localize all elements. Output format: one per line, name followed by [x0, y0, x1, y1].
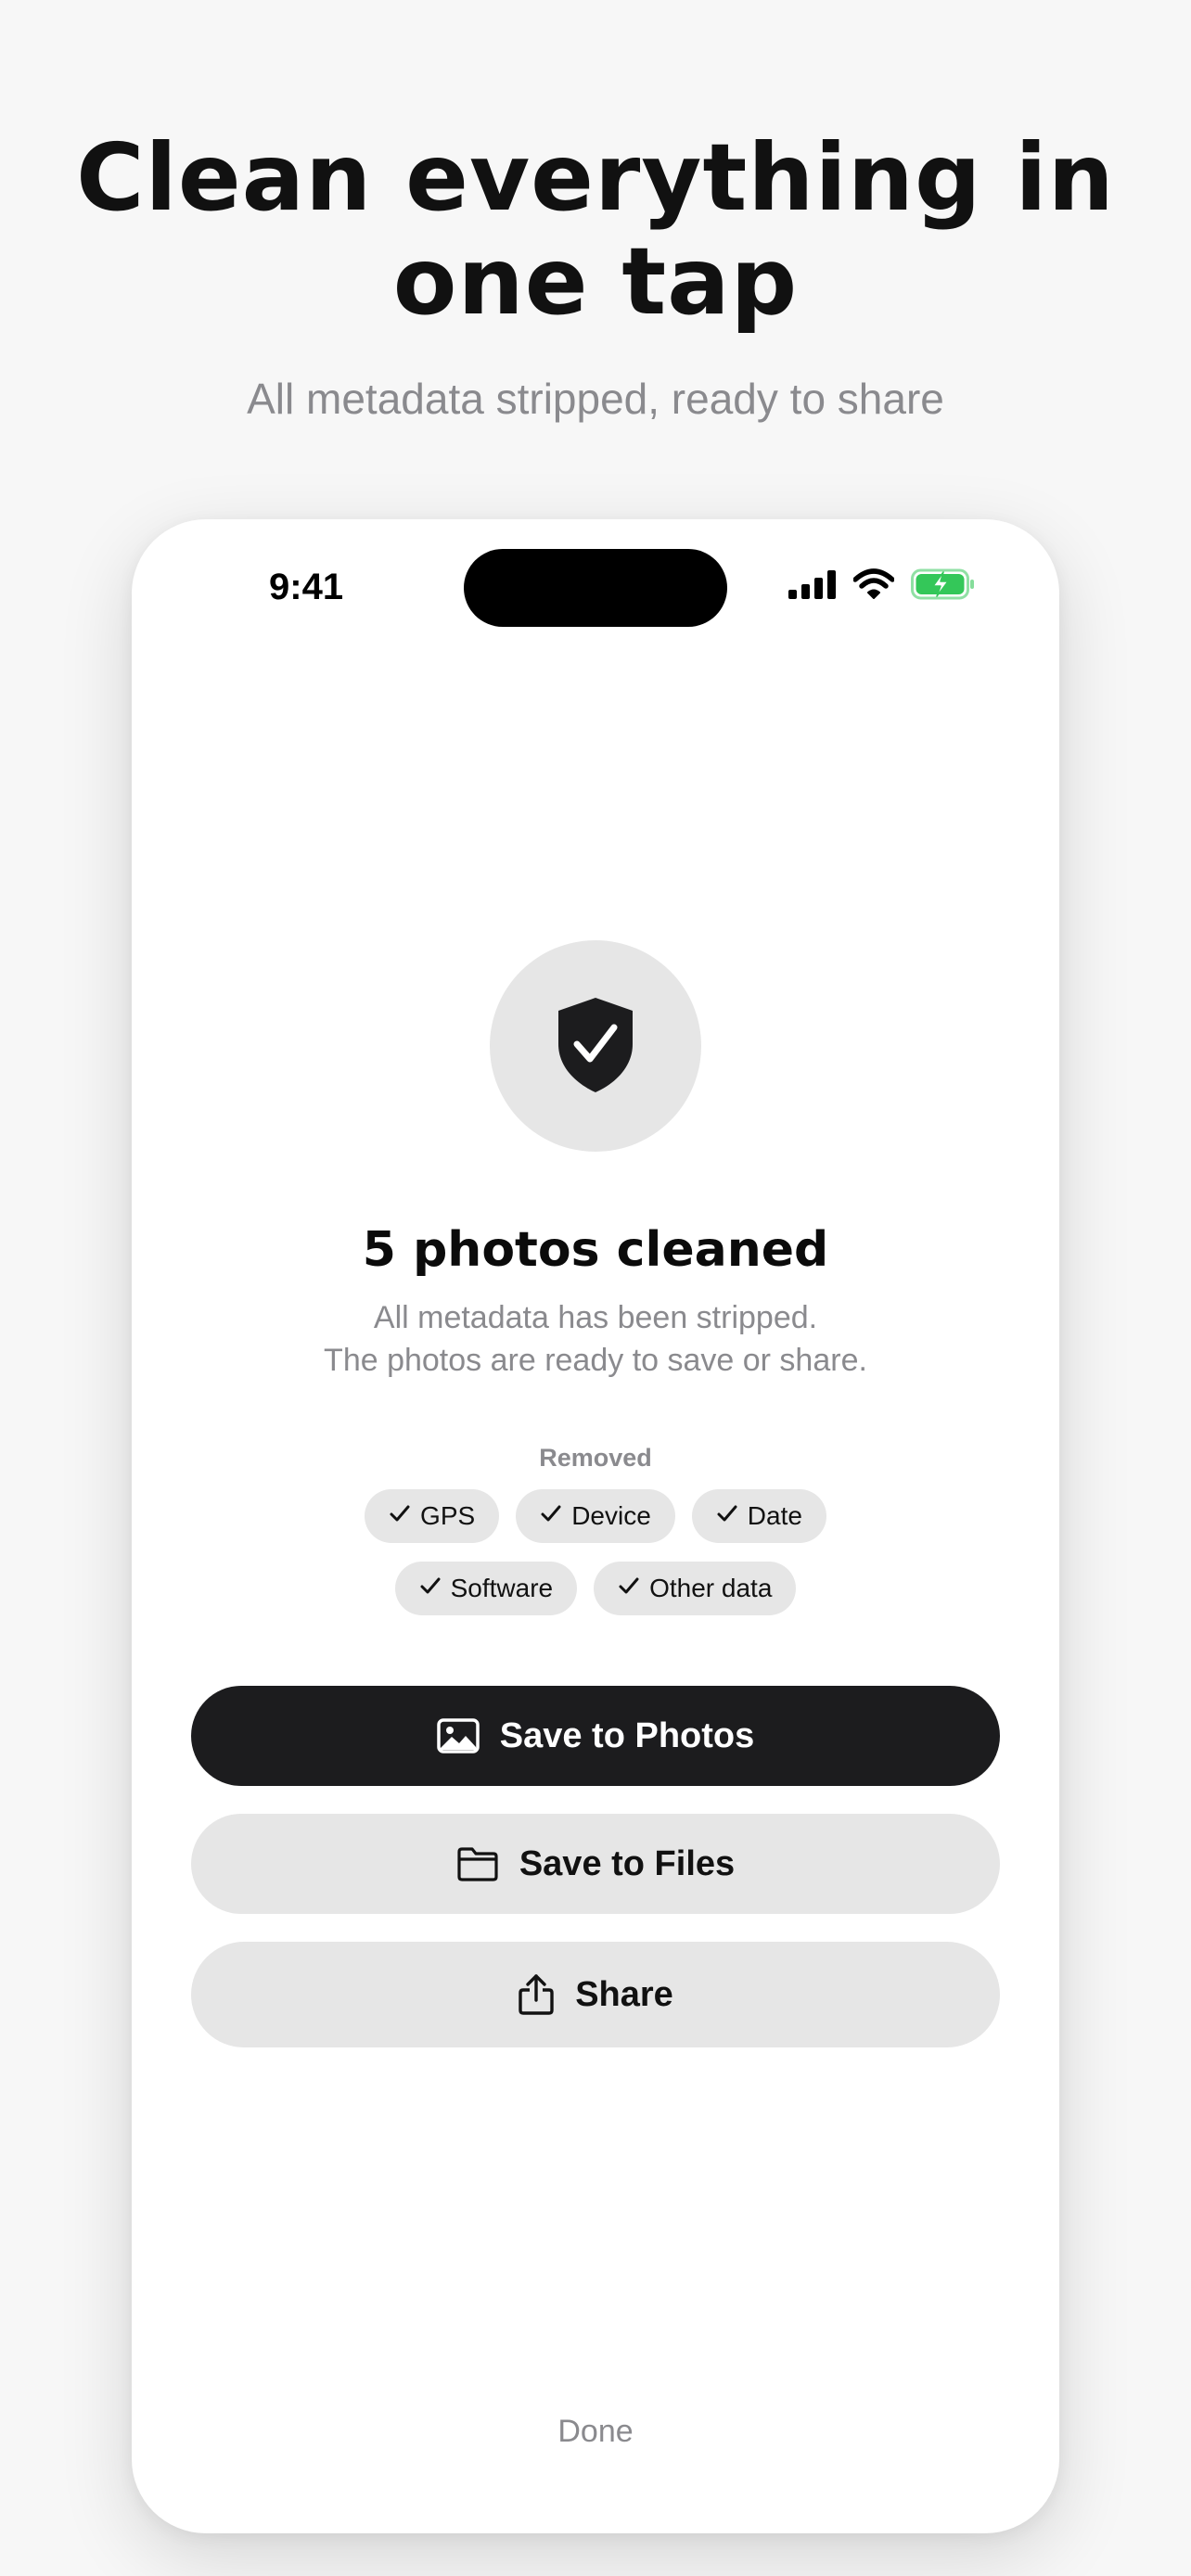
- removed-chips-row-2: Software Other data: [132, 1562, 1059, 1615]
- result-title: 5 photos cleaned: [362, 1222, 829, 1278]
- save-to-files-button[interactable]: Save to Files: [191, 1814, 1000, 1914]
- removed-chips-row-1: GPS Device Date: [132, 1489, 1059, 1543]
- photo-icon: [437, 1718, 480, 1753]
- check-icon: [540, 1501, 562, 1531]
- cellular-signal-icon: [788, 569, 837, 604]
- headline-line-2: one tap: [392, 227, 799, 336]
- chip-label: GPS: [420, 1501, 476, 1530]
- share-icon: [518, 1973, 555, 2016]
- folder-icon: [456, 1846, 499, 1881]
- result-description: All metadata has been stripped. The phot…: [132, 1296, 1059, 1382]
- status-bar-icons: [788, 567, 976, 605]
- marketing-subheadline: All metadata stripped, ready to share: [247, 375, 944, 423]
- removed-label: Removed: [539, 1444, 652, 1472]
- chip-label: Date: [747, 1501, 802, 1530]
- headline-line-1: Clean everything in: [76, 123, 1115, 232]
- save-to-files-label: Save to Files: [519, 1843, 736, 1883]
- chip-software: Software: [394, 1562, 578, 1615]
- done-button[interactable]: Done: [132, 2411, 1059, 2452]
- chip-label: Software: [450, 1574, 554, 1602]
- result-description-line-2: The photos are ready to save or share.: [324, 1343, 867, 1378]
- result-description-line-1: All metadata has been stripped.: [373, 1300, 818, 1335]
- chip-date: Date: [691, 1489, 826, 1543]
- share-label: Share: [575, 1974, 673, 2014]
- chip-label: Device: [571, 1501, 651, 1530]
- hero-icon-circle: [490, 940, 701, 1152]
- marketing-headline: Clean everything in one tap: [0, 126, 1191, 334]
- dynamic-island: [464, 549, 727, 627]
- phone-frame: 9:41 5 photos cleaned All metadata has b…: [132, 519, 1059, 2533]
- battery-charging-icon: [911, 568, 976, 605]
- save-to-photos-button[interactable]: Save to Photos: [191, 1686, 1000, 1786]
- shield-check-icon: [558, 998, 633, 1092]
- check-icon: [618, 1574, 640, 1603]
- check-icon: [419, 1574, 442, 1603]
- wifi-icon: [852, 567, 895, 605]
- chip-label: Other data: [649, 1574, 773, 1602]
- share-button[interactable]: Share: [191, 1942, 1000, 2047]
- save-to-photos-label: Save to Photos: [499, 1715, 755, 1755]
- chip-gps: GPS: [365, 1489, 500, 1543]
- chip-other-data: Other data: [594, 1562, 797, 1615]
- status-bar-time: 9:41: [269, 567, 344, 607]
- chip-device: Device: [516, 1489, 675, 1543]
- check-icon: [389, 1501, 411, 1531]
- check-icon: [716, 1501, 738, 1531]
